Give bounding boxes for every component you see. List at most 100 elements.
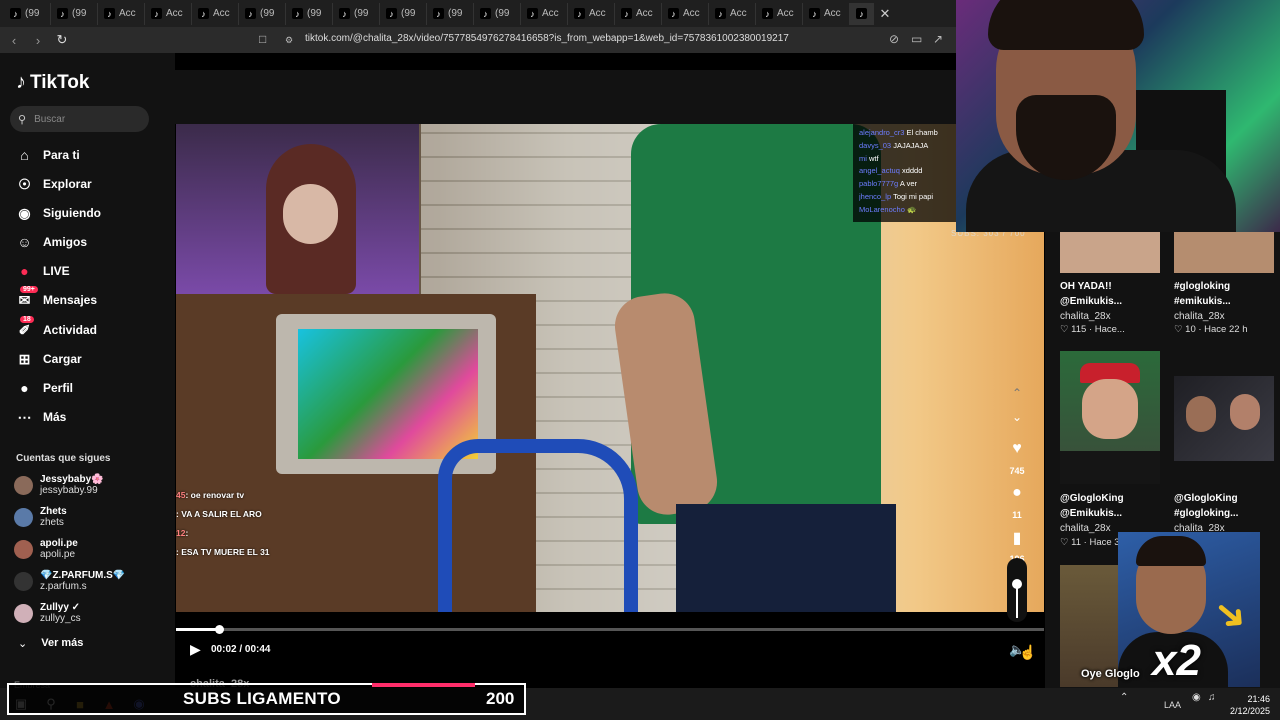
browser-tab[interactable]: ♪ (99 xyxy=(239,2,286,25)
site-info-icon[interactable]: ⚙ xyxy=(285,35,293,46)
next-video-button[interactable]: ⌄ xyxy=(1005,410,1029,424)
search-input[interactable]: ⚲ Buscar xyxy=(10,106,149,132)
url-field[interactable]: tiktok.com/@chalita_28x/video/7577854976… xyxy=(305,33,789,44)
browser-tab[interactable]: ♪ (99 xyxy=(427,2,474,25)
overlay-chat-line: 45: oe renovar tv xyxy=(176,486,376,505)
browser-tab[interactable]: ♪ (99 xyxy=(333,2,380,25)
sidebar-item-amigos[interactable]: ☺ Amigos xyxy=(16,230,87,254)
browser-tab-label: Acc xyxy=(589,8,606,19)
video-player[interactable]: alejandro_cr3 El chamb davys_03 JAJAJAJA m… xyxy=(176,124,1044,612)
related-author[interactable]: chalita_28x xyxy=(1060,523,1111,534)
sidebar-item-más[interactable]: ⋯ Más xyxy=(16,405,67,429)
no-tracking-icon[interactable]: ⊘ xyxy=(889,32,899,46)
see-more-button[interactable]: ⌄ Ver más xyxy=(18,637,83,650)
related-title-line2[interactable]: #glogloking... xyxy=(1174,506,1238,521)
chat-message: jhenco_lp Togi mi papi xyxy=(859,191,952,204)
bookmark-save-icon[interactable]: ▮ xyxy=(1005,528,1029,548)
sidebar-item-label: Mensajes xyxy=(43,293,98,307)
overlay-chat-text: : oe renovar tv xyxy=(185,490,245,500)
browser-tab-label: Acc xyxy=(636,8,653,19)
related-title-line1[interactable]: @GlogloKing xyxy=(1174,491,1238,506)
close-tab-icon[interactable]: ✕ xyxy=(874,3,896,25)
webcam-hair xyxy=(988,0,1144,50)
browser-tab-label: Acc xyxy=(730,8,747,19)
forward-icon[interactable]: › xyxy=(28,33,48,48)
bookmark-icon[interactable]: □ xyxy=(259,32,266,46)
related-title-line1[interactable]: OH YADA!! xyxy=(1060,279,1112,294)
account-text: Zhets zhets xyxy=(40,506,67,528)
browser-tab[interactable]: ♪ (99 xyxy=(51,2,98,25)
followed-account[interactable]: 💎Z.PARFUM.S💎 z.parfum.s xyxy=(14,566,125,596)
browser-tab[interactable]: ♪ Acc xyxy=(756,2,803,25)
browser-tab[interactable]: ♪ Acc xyxy=(709,2,756,25)
related-title-line1[interactable]: #glogloking xyxy=(1174,279,1230,294)
previous-video-button[interactable]: ⌃ xyxy=(1005,386,1029,400)
wifi-icon[interactable]: ◉ xyxy=(1192,692,1201,703)
related-thumb[interactable] xyxy=(1174,232,1274,273)
account-text: apoli.pe apoli.pe xyxy=(40,538,78,560)
video-progress-track[interactable] xyxy=(176,628,1044,631)
browser-tab-label: (99 xyxy=(354,8,369,19)
cast-icon[interactable]: ▭ xyxy=(911,32,922,46)
sidebar-item-actividad[interactable]: ✐ 18 Actividad xyxy=(16,315,97,342)
sidebar-item-perfil[interactable]: ● Perfil xyxy=(16,376,73,400)
browser-tab[interactable]: ♪ Acc xyxy=(568,2,615,25)
language-indicator[interactable]: LAA xyxy=(1164,700,1181,710)
related-author[interactable]: chalita_28x xyxy=(1174,311,1225,322)
tiktok-favicon-icon: ♪ xyxy=(809,8,820,19)
browser-tab[interactable]: ♪ (99 xyxy=(286,2,333,25)
browser-tab[interactable]: ♪ (99 xyxy=(380,2,427,25)
browser-tab[interactable]: ♪ Acc xyxy=(803,2,850,25)
account-handle: z.parfum.s xyxy=(40,581,87,592)
sidebar-item-cargar[interactable]: ⊞ Cargar xyxy=(16,347,82,371)
thumb-face xyxy=(1082,379,1138,439)
related-author[interactable]: chalita_28x xyxy=(1060,311,1111,322)
related-title-line2[interactable]: @Emikukis... xyxy=(1060,506,1122,521)
sidebar-item-mensajes[interactable]: ✉ 99+ Mensajes xyxy=(16,285,98,312)
browser-tab[interactable]: ♪ Acc xyxy=(521,2,568,25)
profile-icon: ● xyxy=(20,380,29,396)
related-thumb[interactable] xyxy=(1060,351,1160,484)
browser-tab[interactable]: ♪ Acc xyxy=(98,2,145,25)
sidebar-item-para-ti[interactable]: ⌂ Para ti xyxy=(16,143,79,167)
share-icon[interactable]: ↗ xyxy=(933,32,943,46)
system-clock[interactable]: 21:46 2/12/2025 xyxy=(1230,693,1270,717)
sidebar-item-live[interactable]: ● LIVE xyxy=(16,259,69,283)
followed-account[interactable]: Zullyy ✓ zullyy_cs xyxy=(14,598,81,628)
browser-tab[interactable]: ♪ Acc xyxy=(145,2,192,25)
video-scene-tv-screen xyxy=(298,329,478,459)
followed-account[interactable]: Zhets zhets xyxy=(14,502,67,532)
tray-chevron-icon[interactable]: ⌃ xyxy=(1120,692,1128,703)
browser-tab-label: (99 xyxy=(25,8,40,19)
browser-tab[interactable]: ♪ Acc xyxy=(615,2,662,25)
browser-tab[interactable]: ♪ (99 xyxy=(474,2,521,25)
sidebar-item-siguiendo[interactable]: ◉ Siguiendo xyxy=(16,201,101,225)
browser-tab[interactable]: ♪ Acc xyxy=(662,2,709,25)
related-title-line1[interactable]: @GlogloKing xyxy=(1060,491,1124,506)
comment-icon[interactable]: ● xyxy=(1005,484,1029,502)
followed-account[interactable]: apoli.pe apoli.pe xyxy=(14,534,78,564)
browser-tab[interactable]: ♪ (99 xyxy=(4,2,51,25)
followed-account[interactable]: Jessybaby🌸 jessybaby.99 xyxy=(14,470,104,500)
related-thumb[interactable] xyxy=(1060,232,1160,273)
browser-tab-label: (99 xyxy=(495,8,510,19)
chat-text: Togi mi papi xyxy=(893,191,934,201)
back-icon[interactable]: ‹ xyxy=(4,33,24,48)
sidebar-item-explorar[interactable]: ☉ Explorar xyxy=(16,172,91,196)
related-title-line2[interactable]: #emikukis... xyxy=(1174,294,1231,309)
reload-icon[interactable]: ↻ xyxy=(52,32,72,48)
upload-icon: ⊞ xyxy=(18,350,31,367)
related-thumb[interactable] xyxy=(1174,376,1274,461)
speaker-icon[interactable]: ♫ xyxy=(1208,692,1216,703)
tiktok-favicon-icon: ♪ xyxy=(104,8,115,19)
avatar xyxy=(14,571,33,591)
play-icon[interactable]: ▶ xyxy=(190,641,201,658)
related-title-line2[interactable]: @Emikukis... xyxy=(1060,294,1122,309)
browser-tab-label: (99 xyxy=(307,8,322,19)
browser-tab-active[interactable]: ♪ xyxy=(850,2,874,25)
chat-message: mi wtf xyxy=(859,153,952,166)
like-heart-icon[interactable]: ♥ xyxy=(1005,440,1029,458)
tiktok-logo[interactable]: ♪ TikTok xyxy=(16,71,89,94)
browser-tab[interactable]: ♪ Acc xyxy=(192,2,239,25)
stream-chat-box: alejandro_cr3 El chamb davys_03 JAJAJAJA m… xyxy=(853,124,958,222)
